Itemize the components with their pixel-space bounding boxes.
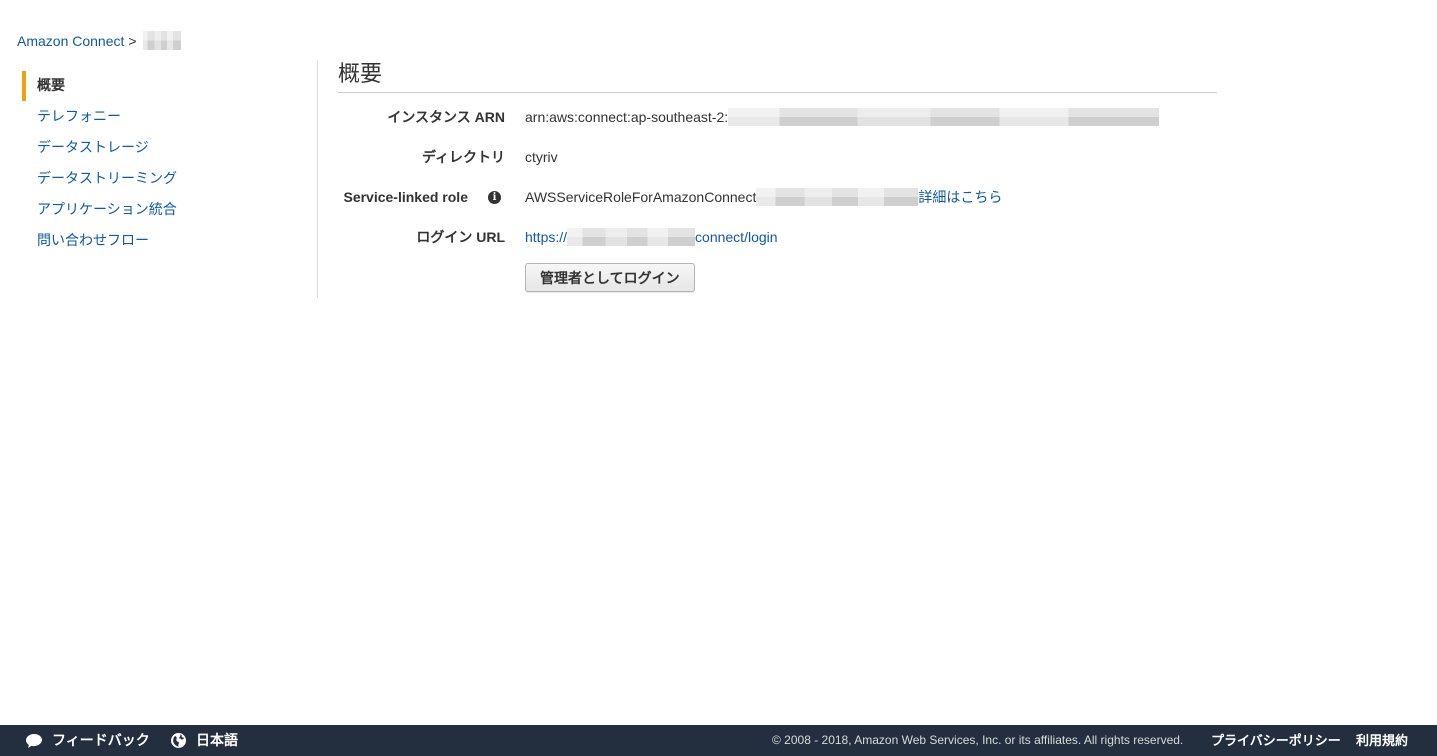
role-name-redacted bbox=[756, 188, 919, 206]
instance-arn-value: arn:aws:connect:ap-southeast-2: bbox=[525, 106, 1160, 128]
sidebar-divider bbox=[317, 60, 318, 298]
role-details-link[interactable]: 詳細はこちら bbox=[918, 186, 1002, 208]
instance-arn-redacted bbox=[728, 108, 1160, 126]
overview-panel: 概要 インスタンス ARN arn:aws:connect:ap-southea… bbox=[338, 60, 1217, 292]
role-name-text: AWSServiceRoleForAmazonConnect bbox=[525, 189, 757, 205]
page-title: 概要 bbox=[338, 61, 383, 86]
feedback-button[interactable]: フィードバック bbox=[25, 725, 150, 756]
directory-value: ctyriv bbox=[525, 149, 558, 165]
breadcrumb-separator: > bbox=[128, 32, 137, 49]
copyright-text: © 2008 - 2018, Amazon Web Services, Inc.… bbox=[772, 733, 1184, 747]
instance-arn-text: arn:aws:connect:ap-southeast-2: bbox=[525, 109, 729, 125]
sidebar-item-overview[interactable]: 概要 bbox=[22, 70, 302, 101]
sidebar-item-data-storage[interactable]: データストレージ bbox=[22, 132, 302, 163]
login-url-link[interactable]: https:// connect/login bbox=[525, 226, 778, 248]
service-linked-role-label: Service-linked role i bbox=[305, 186, 505, 208]
login-url-redacted bbox=[567, 228, 696, 246]
language-selector[interactable]: 日本語 bbox=[170, 725, 238, 756]
login-url-row: ログイン URL https:// connect/login bbox=[338, 226, 1217, 248]
sidebar-nav: 概要 テレフォニー データストレージ データストリーミング アプリケーション統合… bbox=[22, 70, 302, 256]
login-url-label: ログイン URL bbox=[416, 229, 505, 245]
info-icon[interactable]: i bbox=[488, 190, 501, 204]
service-linked-role-row: Service-linked role i AWSServiceRoleForA… bbox=[338, 186, 1217, 208]
breadcrumb-instance-redacted[interactable] bbox=[142, 31, 181, 50]
sidebar-item-contact-flows[interactable]: 問い合わせフロー bbox=[22, 225, 302, 256]
sidebar-item-telephony[interactable]: テレフォニー bbox=[22, 101, 302, 132]
instance-arn-label: インスタンス ARN bbox=[387, 109, 505, 125]
sidebar-item-application-integration[interactable]: アプリケーション統合 bbox=[22, 194, 302, 225]
service-linked-role-value: AWSServiceRoleForAmazonConnect 詳細はこちら bbox=[525, 186, 1002, 208]
footer: フィードバック 日本語 © 2008 - 2018, Amazon Web Se… bbox=[0, 725, 1437, 756]
sidebar-item-data-streaming[interactable]: データストリーミング bbox=[22, 163, 302, 194]
instance-arn-row: インスタンス ARN arn:aws:connect:ap-southeast-… bbox=[338, 106, 1217, 128]
admin-login-button[interactable]: 管理者としてログイン bbox=[525, 263, 695, 292]
directory-row: ディレクトリ ctyriv bbox=[338, 146, 1217, 168]
terms-link[interactable]: 利用規約 bbox=[1356, 725, 1408, 756]
title-divider bbox=[338, 92, 1217, 93]
globe-icon bbox=[170, 732, 187, 749]
login-url-value: https:// connect/login bbox=[525, 226, 778, 248]
privacy-policy-link[interactable]: プライバシーポリシー bbox=[1211, 725, 1341, 756]
directory-label: ディレクトリ bbox=[421, 149, 505, 165]
breadcrumb: Amazon Connect > bbox=[17, 31, 181, 50]
breadcrumb-amazon-connect-link[interactable]: Amazon Connect bbox=[17, 32, 124, 50]
speech-bubble-icon bbox=[25, 733, 43, 749]
